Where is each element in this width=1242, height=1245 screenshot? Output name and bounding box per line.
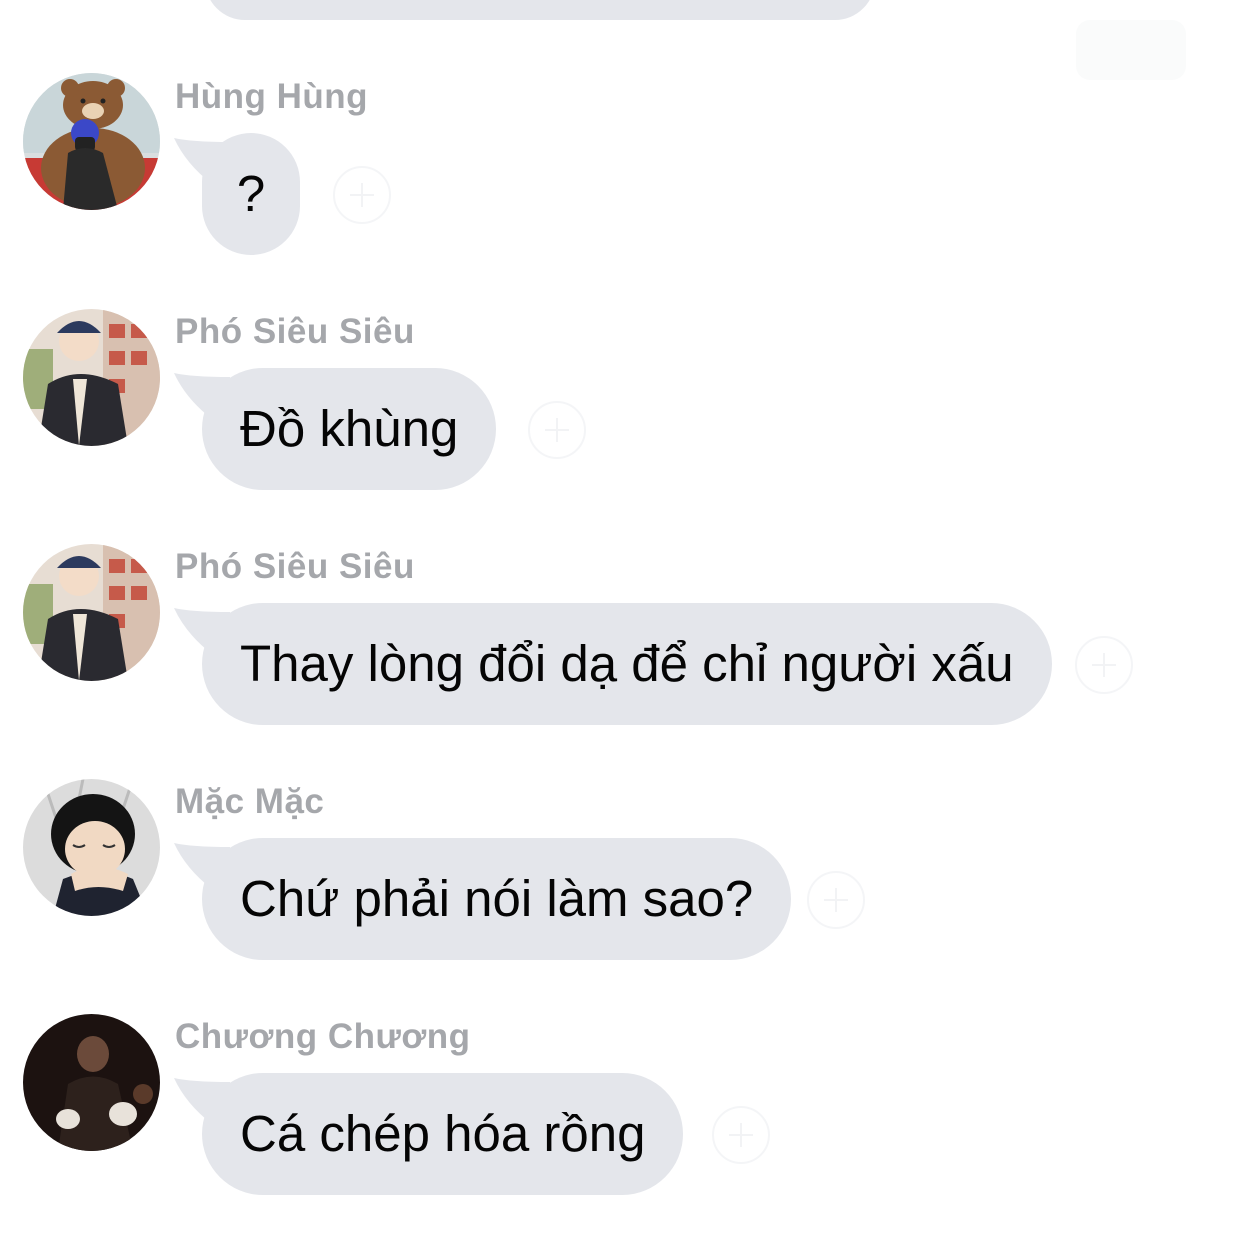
sender-name: Phó Siêu Siêu <box>175 312 415 351</box>
add-reaction-button[interactable] <box>333 166 391 224</box>
message-bubble[interactable]: Cá chép hóa rồng <box>202 1073 684 1195</box>
message-bubble[interactable]: ? <box>202 133 300 255</box>
message-bubble[interactable]: Chứ phải nói làm sao? <box>202 838 792 960</box>
avatar[interactable] <box>23 1014 160 1151</box>
sender-name: Chương Chương <box>175 1017 471 1056</box>
sender-name: Mặc Mặc <box>175 782 325 821</box>
avatar[interactable] <box>23 73 160 210</box>
add-reaction-button[interactable] <box>712 1106 770 1164</box>
avatar[interactable] <box>23 544 160 681</box>
sender-name: Phó Siêu Siêu <box>175 547 415 586</box>
add-reaction-button[interactable] <box>528 401 586 459</box>
add-reaction-button[interactable] <box>1075 636 1133 694</box>
faded-icon <box>1076 20 1186 80</box>
message-bubble[interactable]: Thay lòng đổi dạ để chỉ người xấu <box>202 603 1052 725</box>
avatar[interactable] <box>23 309 160 446</box>
previous-message-bubble <box>205 0 875 20</box>
message-bubble[interactable]: Đồ khùng <box>202 368 497 490</box>
avatar[interactable] <box>23 779 160 916</box>
add-reaction-button[interactable] <box>807 871 865 929</box>
sender-name: Hùng Hùng <box>175 77 369 116</box>
